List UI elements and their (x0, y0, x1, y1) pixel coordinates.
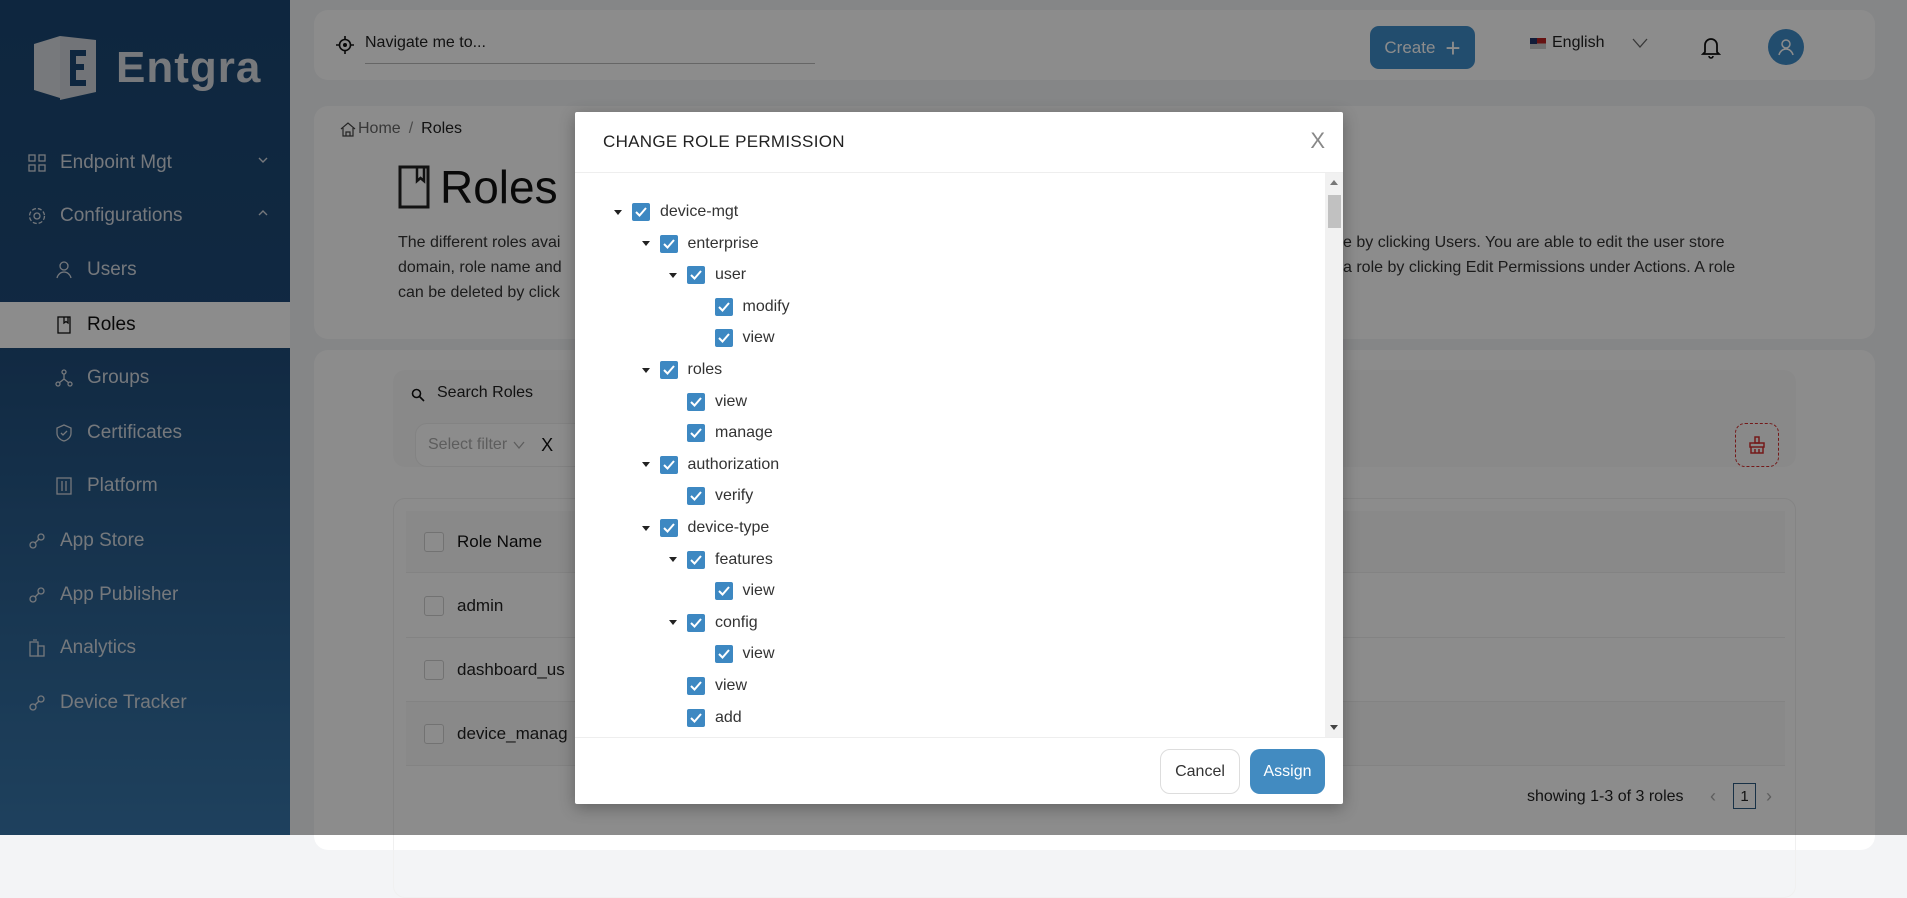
tree-node[interactable]: device-mgt (614, 200, 738, 224)
tree-node[interactable]: enterprise (641, 232, 759, 256)
tree-node[interactable]: view (714, 642, 775, 666)
tree-node-label: verify (715, 487, 754, 505)
caret-down-icon[interactable] (641, 367, 650, 373)
permission-checkbox[interactable] (659, 519, 678, 537)
permission-checkbox[interactable] (714, 297, 733, 316)
check-icon (717, 333, 730, 344)
caret-down-icon[interactable] (669, 557, 677, 563)
tree-node[interactable]: authorization (641, 453, 780, 477)
permission-checkbox[interactable] (659, 361, 678, 379)
close-icon[interactable]: X (1310, 128, 1325, 154)
check-icon (635, 207, 647, 217)
tree-node[interactable]: view (714, 579, 775, 603)
tree-node-label: view (715, 392, 748, 410)
check-icon (717, 302, 730, 312)
tree-node-label: features (715, 550, 773, 568)
check-icon (690, 618, 702, 628)
tree-node-label: view (742, 645, 775, 663)
check-icon (690, 428, 702, 439)
tree-node-label: modify (742, 297, 790, 315)
caret-down-icon[interactable] (641, 525, 650, 531)
tree-node-label: view (715, 677, 748, 694)
scroll-up-icon[interactable] (1330, 180, 1338, 185)
modal-footer: Cancel Assign (575, 737, 1343, 804)
check-icon (662, 238, 675, 249)
tree-node[interactable]: verify (687, 484, 753, 508)
permission-checkbox[interactable] (714, 645, 733, 664)
permission-checkbox[interactable] (687, 266, 705, 285)
permission-checkbox[interactable] (687, 424, 705, 443)
permission-checkbox[interactable] (714, 582, 733, 601)
check-icon (690, 712, 702, 723)
permission-checkbox[interactable] (687, 392, 705, 411)
permission-tree: device-mgt enterprise user modify view roles v… (575, 173, 1343, 737)
tree-node-label: enterprise (687, 234, 759, 252)
check-icon (690, 554, 702, 565)
tree-node[interactable]: config (669, 611, 758, 635)
change-role-permission-modal: CHANGE ROLE PERMISSION X device-mgt enter… (575, 112, 1343, 804)
check-icon (662, 523, 675, 533)
tree-node[interactable]: manage (687, 421, 773, 445)
tree-node-label: view (742, 329, 775, 347)
permission-checkbox[interactable] (632, 203, 650, 221)
permission-checkbox[interactable] (659, 455, 678, 474)
modal-header: CHANGE ROLE PERMISSION X (575, 112, 1343, 173)
caret-down-icon[interactable] (669, 620, 677, 626)
check-icon (662, 365, 675, 375)
permission-checkbox[interactable] (687, 708, 705, 727)
tree-node[interactable]: view (687, 674, 747, 698)
tree-node-label: manage (715, 424, 773, 442)
caret-down-icon[interactable] (641, 241, 650, 247)
tree-node[interactable]: user (669, 263, 746, 287)
tree-node[interactable]: roles (641, 358, 723, 382)
check-icon (690, 270, 702, 281)
tree-node-label: roles (687, 361, 723, 378)
tree-node[interactable]: device-type (641, 516, 770, 540)
scrollbar-thumb[interactable] (1328, 195, 1341, 228)
check-icon (690, 396, 702, 407)
tree-node-label: user (715, 266, 747, 284)
permission-checkbox[interactable] (687, 487, 705, 506)
check-icon (717, 649, 730, 660)
tree-node-label: config (715, 613, 758, 631)
tree-node[interactable]: view (687, 390, 747, 414)
tree-node-label: device-type (687, 519, 770, 536)
tree-node-label: add (715, 708, 742, 726)
permission-checkbox[interactable] (687, 550, 705, 569)
tree-node[interactable]: add (687, 706, 742, 730)
tree-node[interactable]: features (669, 548, 773, 572)
tree-node[interactable]: view (714, 326, 775, 350)
permission-checkbox[interactable] (687, 613, 705, 632)
caret-down-icon[interactable] (614, 209, 622, 215)
permission-checkbox[interactable] (687, 677, 705, 695)
check-icon (690, 491, 702, 502)
caret-down-icon[interactable] (641, 462, 650, 468)
check-icon (690, 681, 702, 691)
modal-title: CHANGE ROLE PERMISSION (603, 132, 845, 151)
permission-checkbox[interactable] (659, 234, 678, 253)
tree-node-label: device-mgt (660, 203, 739, 220)
cancel-button[interactable]: Cancel (1160, 749, 1240, 794)
check-icon (717, 586, 730, 597)
tree-node-label: view (742, 582, 775, 600)
scrollbar[interactable] (1325, 173, 1343, 737)
tree-node-label: authorization (687, 455, 780, 473)
scroll-down-icon[interactable] (1330, 725, 1338, 730)
permission-checkbox[interactable] (714, 329, 733, 348)
caret-down-icon[interactable] (669, 272, 677, 278)
check-icon (662, 460, 675, 470)
assign-button[interactable]: Assign (1250, 749, 1325, 794)
tree-node[interactable]: modify (714, 295, 790, 319)
